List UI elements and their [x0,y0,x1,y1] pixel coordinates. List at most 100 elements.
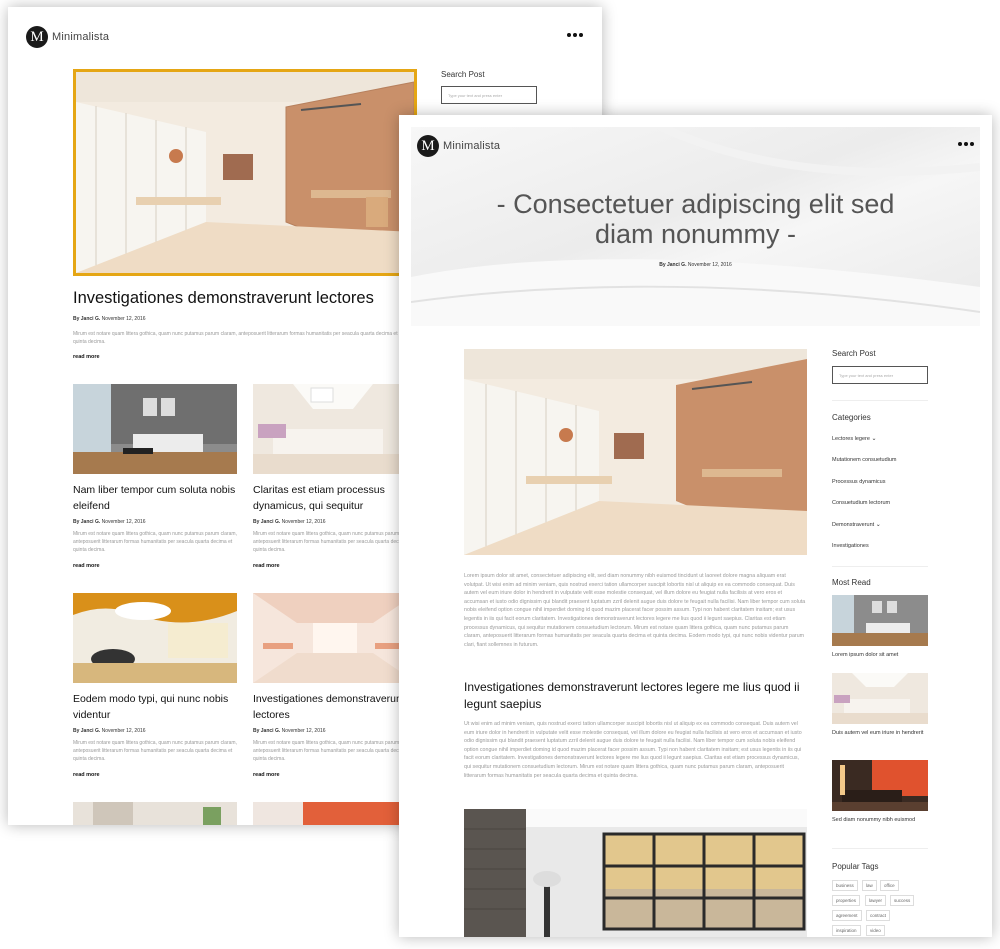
categories-heading: Categories [832,413,871,422]
post-excerpt: Mirum est notare quam littera gothica, q… [253,740,417,762]
read-more-link[interactable]: read more [253,563,280,569]
category-mutationem-consuetudium[interactable]: Mutationem consuetudium [832,457,897,463]
bedroom-image [832,673,928,724]
post-date: November 12, 2016 [687,262,732,268]
living-room-image [832,595,928,646]
bedroom-image [253,384,417,474]
post-meta: By Janci G. November 12, 2016 [253,728,326,734]
most-read-title[interactable]: Sed diam nonummy nibh euismod [832,816,928,825]
tag-properties[interactable]: properties [832,895,861,906]
post-title[interactable]: Nam liber tempor cum soluta nobis eleife… [73,482,237,514]
chevron-down-icon[interactable]: ⌄ [876,522,881,528]
menu-dots-icon[interactable] [567,33,583,37]
search-input[interactable]: Type your text and press enter [832,366,928,384]
featured-post-excerpt: Mirum est notare quam littera gothica, q… [73,331,398,345]
post-meta: By Janci G. November 12, 2016 [253,519,326,525]
sofa-room-image [832,760,928,811]
post-date: November 12, 2016 [101,728,146,734]
post-image[interactable] [253,384,417,474]
most-read-image[interactable] [832,673,928,724]
post-author: By Janci G. [73,728,101,734]
search-post-heading: Search Post [441,70,485,79]
category-label: Demonstraverunt [832,522,875,528]
menu-dots-icon[interactable] [958,142,974,146]
post-subheading: Investigationes demonstraverunt lectores… [464,680,800,711]
featured-post-meta: By Janci G. November 12, 2016 [73,316,146,322]
read-more-link[interactable]: read more [253,772,280,778]
window-room-image [464,809,807,937]
read-more-link[interactable]: read more [73,563,100,569]
post-date: November 12, 2016 [281,519,326,525]
sidebar-divider [832,848,928,849]
post-image[interactable] [253,802,417,825]
post-main-image [464,349,807,555]
tag-office[interactable]: office [880,880,899,891]
read-more-link[interactable]: read more [73,772,100,778]
featured-post-title[interactable]: Investigationes demonstraverunt lectores [73,288,433,308]
post-title[interactable]: Claritas est etiam processus dynamicus, … [253,482,417,514]
post-author: By Janci G. [253,728,281,734]
logo-mark: M [26,26,48,48]
post-image[interactable] [253,593,417,683]
tag-success[interactable]: success [890,895,915,906]
office-hall-image [253,593,417,683]
office-image [76,72,414,273]
logo-text: Minimalista [443,140,501,152]
living-room-image [73,384,237,474]
most-read-title[interactable]: Duis autem vel eum iriure in hendrerit [832,729,928,738]
tag-business[interactable]: business [832,880,858,891]
post-image[interactable] [73,384,237,474]
post-body-paragraph: Lorem ipsum dolor sit amet, consectetuer… [464,573,806,648]
post-excerpt: Mirum est notare quam littera gothica, q… [73,740,237,762]
featured-post-image[interactable] [73,69,417,276]
post-author: By Janci G. [73,519,101,525]
post-title[interactable]: Eodem modo typi, qui nunc nobis videntur [73,691,237,723]
interior-image [73,802,237,825]
chevron-down-icon[interactable]: ⌄ [871,436,876,442]
tag-lawyer[interactable]: lawyer [865,895,887,906]
search-placeholder: Type your text and press enter [448,92,503,98]
featured-read-more-link[interactable]: read more [73,354,100,360]
post-image[interactable] [73,802,237,825]
post-image[interactable] [73,593,237,683]
tag-video[interactable]: video [866,925,885,936]
search-input[interactable]: Type your text and press enter [441,86,537,104]
logo-mark: M [417,135,439,157]
search-post-heading: Search Post [832,349,876,358]
category-investigationes[interactable]: Investigationes [832,543,869,549]
tag-inspiration[interactable]: inspiration [832,925,861,936]
post-body-paragraph: Ut wisi enim ad minim veniam, quis nostr… [464,721,802,779]
post-second-image [464,809,807,937]
post-author: By Janci G. [659,262,687,268]
post-title[interactable]: Investigationes demonstraverunt lectores [253,691,417,723]
tag-agreement[interactable]: agreement [832,910,862,921]
popular-tags-heading: Popular Tags [832,862,879,871]
site-logo[interactable]: M Minimalista [26,26,109,48]
category-consuetudium-lectorum[interactable]: Consuetudium lectorum [832,500,890,506]
post-excerpt: Mirum est notare quam littera gothica, q… [253,531,417,553]
post-meta: By Janci G. November 12, 2016 [73,728,146,734]
office-image [464,349,807,555]
post-meta: By Janci G. November 12, 2016 [411,262,980,268]
sidebar-divider [832,566,928,567]
category-processus-dynamicus[interactable]: Processus dynamicus [832,479,886,485]
post-excerpt: Mirum est notare quam littera gothica, q… [73,531,237,553]
category-lectores-legere[interactable]: Lectores legere ⌄ [832,435,876,442]
post-date: November 12, 2016 [281,728,326,734]
site-logo[interactable]: M Minimalista [417,135,500,157]
tag-contract[interactable]: contract [866,910,891,921]
search-placeholder: Type your text and press enter [839,372,894,378]
interior-image [253,802,417,825]
most-read-heading: Most Read [832,578,871,587]
post-date: November 12, 2016 [101,316,146,322]
post-author: By Janci G. [253,519,281,525]
category-demonstraverunt[interactable]: Demonstraverunt ⌄ [832,521,881,528]
most-read-title[interactable]: Lorem ipsum dolor sit amet [832,652,928,658]
most-read-image[interactable] [832,595,928,646]
tag-law[interactable]: law [862,880,877,891]
logo-text: Minimalista [52,31,110,43]
most-read-image[interactable] [832,760,928,811]
lounge-image [73,593,237,683]
post-date: November 12, 2016 [101,519,146,525]
post-author: By Janci G. [73,316,101,322]
